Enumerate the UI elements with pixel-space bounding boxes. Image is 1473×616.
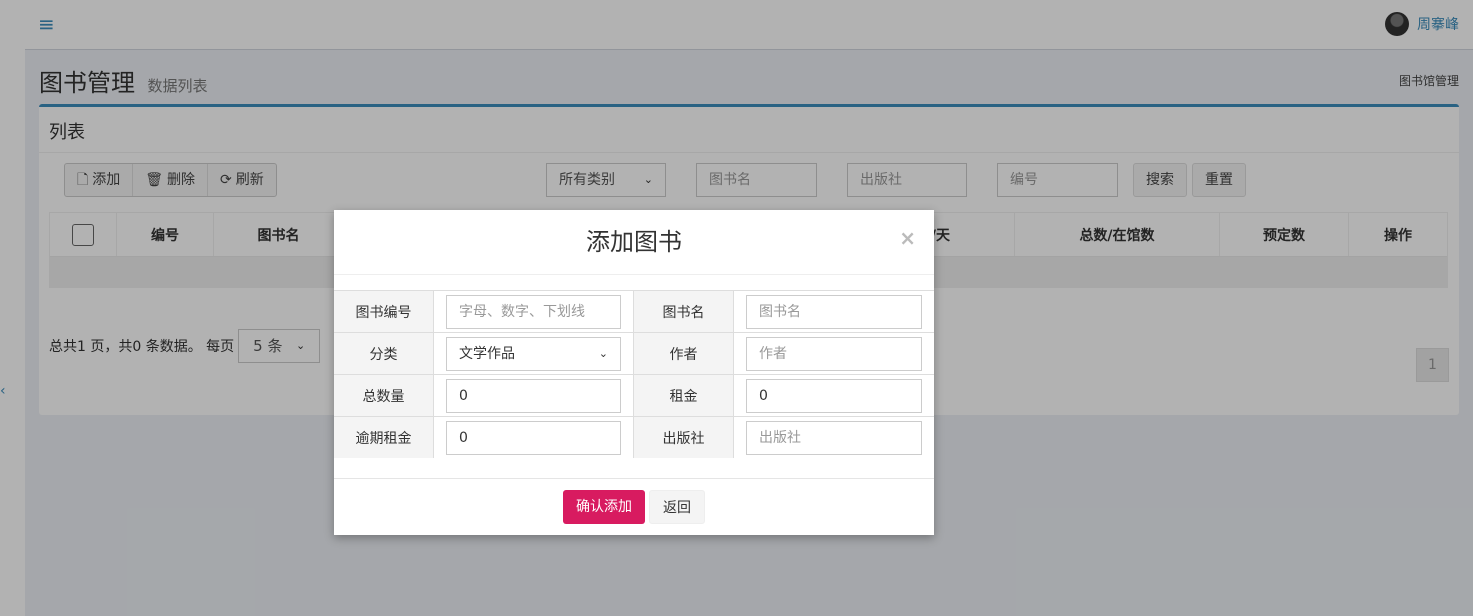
total-quantity-input[interactable]: 0 [446,378,621,413]
overdue-rent-input[interactable]: 0 [446,420,621,455]
book-name-label: 图书名 [634,291,734,332]
add-book-form: 图书编号 字母、数字、下划线 图书名 图书名 分类 文学作品 ⌄ 作者 作者 总… [334,290,934,458]
author-label: 作者 [634,333,734,374]
confirm-add-button[interactable]: 确认添加 [563,490,645,524]
rent-input[interactable]: 0 [746,378,922,413]
chevron-down-icon: ⌄ [598,346,608,360]
close-icon[interactable]: × [899,226,916,250]
book-name-input[interactable]: 图书名 [746,294,922,329]
form-row: 逾期租金 0 出版社 出版社 [334,416,934,458]
overdue-rent-label: 逾期租金 [334,417,434,458]
category-select-value: 文学作品 [459,345,515,362]
form-row: 总数量 0 租金 0 [334,374,934,416]
modal-header: 添加图书 × [334,210,934,275]
form-row: 图书编号 字母、数字、下划线 图书名 图书名 [334,290,934,332]
category-select[interactable]: 文学作品 ⌄ [446,336,621,371]
publisher-label: 出版社 [634,417,734,458]
rent-label: 租金 [634,375,734,416]
category-label: 分类 [334,333,434,374]
publisher-input[interactable]: 出版社 [746,420,922,455]
add-book-modal: 添加图书 × 图书编号 字母、数字、下划线 图书名 图书名 分类 文学作品 ⌄ … [334,210,934,535]
book-number-label: 图书编号 [334,291,434,332]
total-quantity-label: 总数量 [334,375,434,416]
form-row: 分类 文学作品 ⌄ 作者 作者 [334,332,934,374]
book-number-input[interactable]: 字母、数字、下划线 [446,294,621,329]
author-input[interactable]: 作者 [746,336,922,371]
back-button[interactable]: 返回 [649,490,705,524]
modal-title: 添加图书 [586,228,682,256]
modal-footer: 确认添加 返回 [334,478,934,535]
